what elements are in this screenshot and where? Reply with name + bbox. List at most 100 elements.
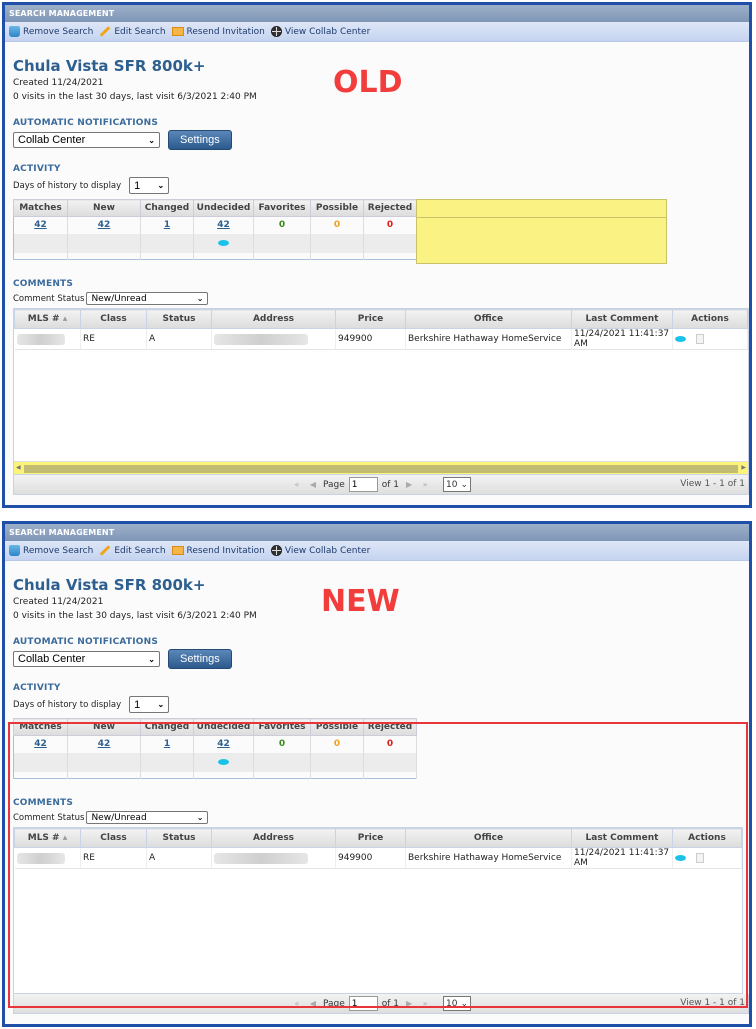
old-panel: SEARCH MANAGEMENT Remove Search Edit Sea… [2, 2, 752, 508]
undecided-count-link[interactable]: 42 [217, 739, 230, 749]
col-price[interactable]: Price [335, 309, 406, 329]
chevron-down-icon: ⌄ [157, 700, 165, 709]
notifications-heading: AUTOMATIC NOTIFICATIONS [13, 637, 159, 647]
comment-bubble-icon[interactable] [218, 240, 229, 246]
old-stamp: OLD [333, 65, 403, 100]
col-office[interactable]: Office [405, 828, 572, 848]
table-row[interactable]: RE A 949900 Berkshire Hathaway HomeServi… [14, 328, 748, 350]
col-matches: Matches [13, 199, 68, 217]
col-favorites: Favorites [253, 199, 311, 217]
col-last-comment[interactable]: Last Comment [571, 828, 673, 848]
prev-page-icon[interactable]: ◀ [307, 480, 319, 489]
activity-heading: ACTIVITY [13, 164, 61, 174]
mls-header: MLS # [27, 314, 60, 324]
view-info: View 1 - 1 of 1 [680, 479, 745, 489]
cell-price: 949900 [335, 328, 406, 350]
horizontal-scrollbar[interactable]: ◀ ▶ [14, 461, 748, 474]
next-page-icon[interactable]: ▶ [403, 480, 415, 489]
matches-count-link[interactable]: 42 [34, 739, 47, 749]
notification-select[interactable]: Collab Center ⌄ [13, 132, 160, 148]
col-changed: Changed [140, 718, 194, 736]
notification-selected: Collab Center [18, 134, 86, 146]
first-page-icon[interactable]: « [291, 480, 303, 489]
view-collab-center-button[interactable]: View Collab Center [270, 545, 370, 556]
changed-count-link[interactable]: 1 [164, 220, 170, 230]
scroll-left-icon[interactable]: ◀ [16, 464, 21, 471]
col-last-comment[interactable]: Last Comment [571, 309, 673, 329]
scroll-right-icon[interactable]: ▶ [741, 464, 746, 471]
new-stamp: NEW [321, 584, 400, 619]
cell-status: A [146, 328, 212, 350]
document-icon[interactable] [696, 333, 704, 344]
resend-invitation-label: Resend Invitation [186, 26, 265, 37]
comment-bubble-icon[interactable] [675, 336, 686, 343]
view-collab-center-label: View Collab Center [284, 26, 371, 37]
next-page-icon[interactable]: ▶ [403, 999, 415, 1008]
settings-button[interactable]: Settings [168, 130, 232, 150]
matches-count-link[interactable]: 42 [34, 220, 47, 230]
mail-icon [171, 546, 184, 555]
comment-status-select[interactable]: New/Unread ⌄ [86, 811, 209, 824]
notifications-heading: AUTOMATIC NOTIFICATIONS [13, 118, 159, 128]
remove-search-button[interactable]: Remove Search [9, 545, 93, 556]
changed-count-link[interactable]: 1 [164, 739, 170, 749]
yellow-highlight [416, 199, 667, 264]
days-selected: 1 [134, 179, 141, 192]
view-collab-center-button[interactable]: View Collab Center [270, 26, 371, 37]
remove-search-label: Remove Search [23, 545, 94, 556]
remove-search-button[interactable]: Remove Search [9, 26, 93, 37]
activity-table-wrap: Matches New Changed Undecided Favorites … [13, 199, 667, 264]
undecided-count-link[interactable]: 42 [217, 220, 230, 230]
col-address[interactable]: Address [211, 309, 336, 329]
globe-icon [270, 26, 282, 37]
col-status[interactable]: Status [146, 828, 212, 848]
last-page-icon[interactable]: » [419, 999, 431, 1008]
settings-button[interactable]: Settings [168, 649, 232, 669]
address-redacted [214, 852, 308, 864]
col-rejected: Rejected [363, 199, 417, 217]
mail-icon [171, 27, 184, 36]
days-select[interactable]: 1 ⌄ [129, 696, 170, 713]
comment-status-selected: New/Unread [91, 812, 147, 823]
table-row[interactable]: RE A 949900 Berkshire Hathaway HomeServi… [14, 847, 742, 869]
toolbar: Remove Search Edit Search Resend Invitat… [5, 22, 749, 42]
col-class[interactable]: Class [80, 309, 147, 329]
col-office[interactable]: Office [405, 309, 572, 329]
favorites-count: 0 [278, 220, 286, 231]
rejected-count: 0 [386, 220, 394, 231]
page-input[interactable] [348, 477, 378, 492]
last-page-icon[interactable]: » [419, 480, 431, 489]
notification-select[interactable]: Collab Center ⌄ [13, 651, 160, 667]
col-class[interactable]: Class [80, 828, 147, 848]
prev-page-icon[interactable]: ◀ [307, 999, 319, 1008]
col-undecided: Undecided [193, 199, 254, 217]
page-input[interactable] [348, 996, 378, 1011]
col-status[interactable]: Status [146, 309, 212, 329]
col-price[interactable]: Price [335, 828, 406, 848]
new-count-link[interactable]: 42 [98, 739, 111, 749]
rows-per-page-select[interactable]: 10 ⌄ [443, 996, 472, 1011]
notification-selected: Collab Center [18, 653, 86, 665]
cell-last-comment: 11/24/2021 11:41:37 AM [571, 328, 673, 350]
edit-search-button[interactable]: Edit Search [99, 545, 166, 556]
favorites-count: 0 [278, 739, 286, 750]
cell-class: RE [80, 328, 147, 350]
comment-bubble-icon[interactable] [218, 759, 229, 765]
scrollbar-thumb[interactable] [24, 465, 738, 473]
chevron-down-icon: ⌄ [148, 135, 155, 145]
first-page-icon[interactable]: « [291, 999, 303, 1008]
col-mls[interactable]: MLS # ▴ [14, 309, 81, 329]
resend-invitation-button[interactable]: Resend Invitation [171, 26, 265, 37]
rows-per-page-select[interactable]: 10 ⌄ [443, 477, 472, 492]
chevron-down-icon: ⌄ [460, 998, 469, 1009]
comment-status-select[interactable]: New/Unread ⌄ [86, 292, 209, 305]
edit-search-button[interactable]: Edit Search [99, 26, 166, 37]
document-icon[interactable] [696, 852, 704, 863]
remove-search-label: Remove Search [23, 26, 94, 37]
days-select[interactable]: 1 ⌄ [129, 177, 170, 194]
comment-bubble-icon[interactable] [675, 855, 686, 862]
new-count-link[interactable]: 42 [98, 220, 111, 230]
col-address[interactable]: Address [211, 828, 336, 848]
resend-invitation-button[interactable]: Resend Invitation [171, 546, 265, 556]
col-mls[interactable]: MLS # ▴ [14, 828, 81, 848]
